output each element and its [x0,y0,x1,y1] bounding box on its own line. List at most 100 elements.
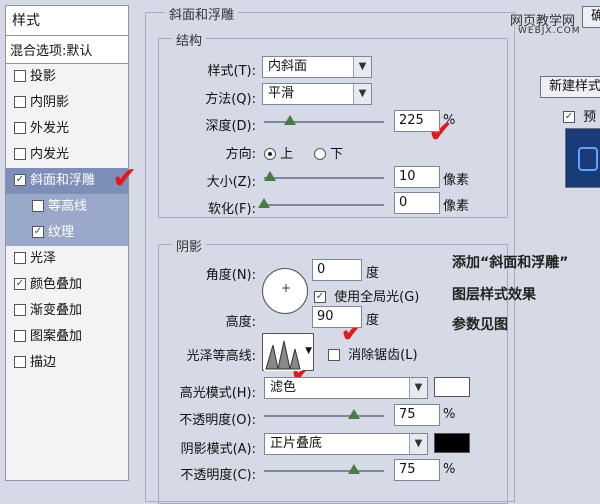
style-item-label: 纹理 [48,225,75,240]
shadow-mode-select[interactable]: 正片叠底 ▼ [264,433,428,455]
style-item[interactable]: 渐变叠加 [6,298,128,324]
style-select[interactable]: 内斜面 ▼ [262,56,372,78]
style-item[interactable]: 内阴影 [6,90,128,116]
preview-swatch-inner [578,147,598,171]
altitude-unit: 度 [366,313,380,328]
bevel-emboss-title: 斜面和浮雕 [165,4,239,23]
depth-slider-thumb[interactable] [284,115,297,125]
global-light-checkbox[interactable]: ✓ [314,290,326,303]
angle-input[interactable]: 0 [312,259,362,281]
size-slider-track[interactable] [264,177,384,179]
style-label: 样式(T): [207,64,256,79]
style-item[interactable]: 外发光 [6,116,128,142]
depth-label: 深度(D): [205,119,256,134]
direction-down-label: 下 [330,147,344,162]
style-items: 投影内阴影外发光内发光 ✓ 斜面和浮雕等高线 ✓ 纹理光泽 ✓ 颜色叠加 渐变叠加图案叠加描边 [6,64,128,376]
style-item-checkbox[interactable] [14,147,26,160]
style-item-checkbox[interactable] [14,355,26,368]
altitude-label: 高度: [225,315,256,330]
style-item-label: 内阴影 [30,95,70,110]
style-select-value: 内斜面 [268,59,308,74]
highlight-color-swatch[interactable] [434,377,470,397]
size-unit: 像素 [443,173,470,188]
style-item[interactable]: ✓ 纹理 [6,220,128,246]
structure-title: 结构 [172,30,207,49]
style-item[interactable]: 光泽 [6,246,128,272]
preview-option[interactable]: ✓ 预 [563,106,596,125]
style-item-checkbox[interactable] [14,251,26,264]
antialias-label: 消除锯齿(L) [348,348,418,363]
highlight-opacity-input[interactable]: 75 [394,404,440,426]
angle-dial[interactable] [262,268,308,314]
style-item-label: 图案叠加 [30,329,83,344]
style-item[interactable]: ✓ 斜面和浮雕 [6,168,128,194]
style-item[interactable]: ✓ 颜色叠加 [6,272,128,298]
style-item[interactable]: 内发光 [6,142,128,168]
style-item-checkbox[interactable]: ✓ [14,277,26,290]
style-item-checkbox[interactable] [14,121,26,134]
style-item[interactable]: 描边 [6,350,128,376]
style-item-checkbox[interactable] [32,199,44,212]
technique-select[interactable]: 平滑 ▼ [262,83,372,105]
ok-button[interactable]: 确 [582,6,600,28]
preview-label: 预 [583,110,597,125]
style-item-checkbox[interactable] [14,329,26,342]
style-item-checkbox[interactable]: ✓ [14,173,26,186]
direction-up-radio[interactable] [264,147,276,160]
highlight-opacity-label: 不透明度(O): [179,413,256,428]
size-label: 大小(Z): [206,175,256,190]
style-item-label: 外发光 [30,121,70,136]
style-list-header: 样式 [6,6,128,36]
preview-checkbox[interactable]: ✓ [563,110,575,123]
new-style-button[interactable]: 新建样式 [540,76,600,98]
size-input[interactable]: 10 [394,166,440,188]
blend-options-item[interactable]: 混合选项:默认 [6,36,128,64]
style-list-panel: 样式 混合选项:默认 投影内阴影外发光内发光 ✓ 斜面和浮雕等高线 ✓ 纹理光泽 ✓ 颜色叠… [5,5,129,481]
shadow-mode-label: 阴影模式(A): [180,442,256,457]
highlight-opacity-track[interactable] [264,415,384,417]
style-item-checkbox[interactable] [14,303,26,316]
global-light-option[interactable]: ✓ 使用全局光(G) [314,286,419,305]
shadow-opacity-label: 不透明度(C): [180,468,256,483]
style-item-checkbox[interactable] [14,69,26,82]
size-slider-thumb[interactable] [264,171,276,181]
shadow-opacity-thumb[interactable] [348,464,360,474]
altitude-input[interactable]: 90 [312,306,362,328]
shadow-opacity-track[interactable] [264,470,384,472]
chevron-down-icon: ▼ [409,378,427,398]
shading-title: 阴影 [172,236,207,255]
highlight-opacity-thumb[interactable] [348,409,360,419]
depth-input[interactable]: 225 [394,110,440,132]
preview-thumbnail [565,128,600,188]
soften-label: 软化(F): [207,202,256,217]
annotation-line-3: 参数见图 [452,317,508,333]
style-item-checkbox[interactable] [14,95,26,108]
highlight-mode-select[interactable]: 滤色 ▼ [264,377,428,399]
direction-down-option[interactable]: 下 [314,143,343,162]
direction-down-radio[interactable] [314,147,326,160]
style-item-label: 光泽 [30,251,57,266]
chevron-down-icon: ▼ [353,84,371,104]
gloss-contour-picker[interactable]: ▼ [262,333,314,371]
style-item-label: 等高线 [48,199,88,214]
shadow-color-swatch[interactable] [434,433,470,453]
chevron-down-icon: ▼ [353,57,371,77]
depth-slider-track[interactable] [264,121,384,123]
soften-slider-track[interactable] [264,204,384,206]
highlight-mode-label: 高光模式(H): [179,386,256,401]
annotation-line-2: 图层样式效果 [452,287,536,303]
style-item-label: 描边 [30,355,57,370]
style-item[interactable]: 等高线 [6,194,128,220]
technique-select-value: 平滑 [268,86,295,101]
soften-slider-thumb[interactable] [258,198,270,208]
soften-input[interactable]: 0 [394,192,440,214]
technique-label: 方法(Q): [205,92,256,107]
direction-label: 方向: [225,147,256,162]
antialias-option[interactable]: 消除锯齿(L) [328,344,418,363]
style-item[interactable]: 图案叠加 [6,324,128,350]
antialias-checkbox[interactable] [328,348,340,361]
style-item[interactable]: 投影 [6,64,128,90]
direction-up-option[interactable]: 上 [264,143,293,162]
shadow-opacity-input[interactable]: 75 [394,459,440,481]
style-item-checkbox[interactable]: ✓ [32,225,44,238]
